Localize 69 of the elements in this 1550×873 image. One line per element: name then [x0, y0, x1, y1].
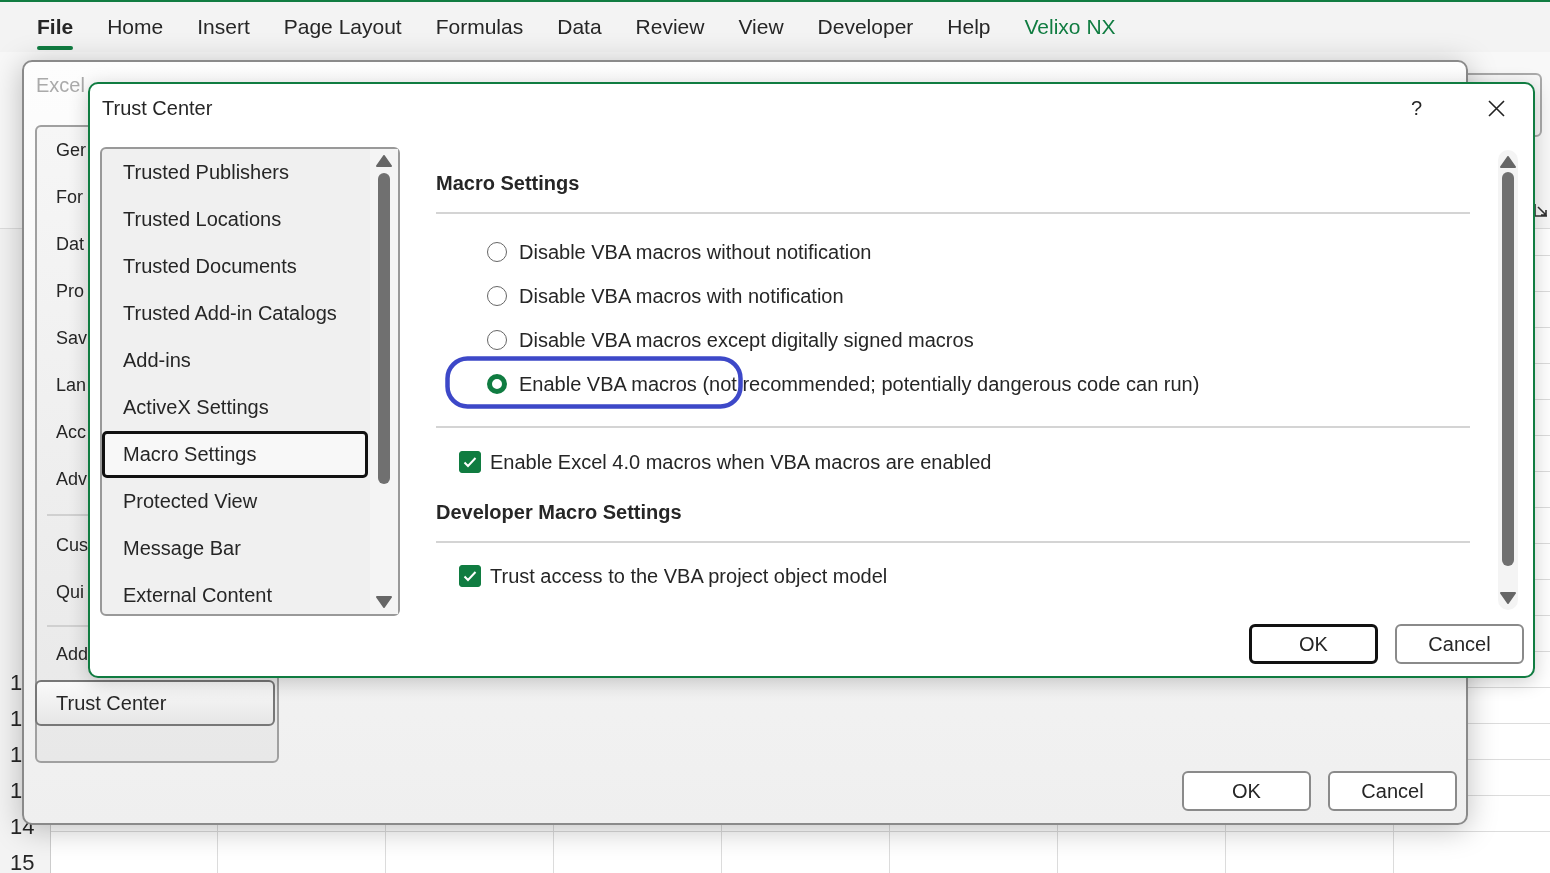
nav-item[interactable]: For — [37, 174, 83, 221]
help-button[interactable]: ? — [1406, 97, 1426, 120]
ribbon-tab[interactable]: Page Layout — [266, 8, 419, 52]
ribbon-tab[interactable]: Formulas — [418, 8, 541, 52]
ribbon-tab[interactable]: Data — [540, 8, 619, 52]
ribbon-tab[interactable]: View — [721, 8, 801, 52]
scroll-up-icon[interactable] — [376, 155, 392, 167]
row-number: 1 — [10, 741, 24, 769]
ribbon-tab[interactable]: Review — [618, 8, 722, 52]
dialog-launcher-icon[interactable] — [1534, 203, 1548, 217]
radio-button[interactable] — [487, 286, 507, 306]
window-title: Excel — [36, 74, 85, 97]
dialog-button[interactable]: Cancel — [1395, 624, 1524, 664]
dialog-button[interactable]: OK — [1182, 771, 1311, 811]
category-item[interactable]: Trusted Publishers — [102, 149, 289, 196]
option-label: Disable VBA macros without notification — [519, 240, 872, 264]
checkbox-label: Trust access to the VBA project object model — [490, 564, 888, 588]
nav-item[interactable]: Qui — [37, 569, 84, 616]
section-heading: Developer Macro Settings — [436, 500, 682, 525]
checkmark-icon — [463, 456, 477, 468]
nav-item[interactable]: Sav — [37, 315, 88, 362]
category-item[interactable]: Message Bar — [102, 525, 241, 572]
row-number: 1 — [10, 705, 24, 733]
category-item[interactable]: Protected View — [102, 478, 258, 525]
category-item[interactable]: Trusted Documents — [102, 243, 297, 290]
dialog-button[interactable]: OK — [1249, 624, 1378, 664]
dialog-button[interactable]: Cancel — [1328, 771, 1457, 811]
checkbox[interactable] — [459, 565, 481, 587]
option-label: Enable VBA macros (not recommended; potentially dangerous code can run) — [519, 372, 1200, 396]
ribbon-tab[interactable]: Home — [90, 8, 181, 52]
option-label: Disable VBA macros with notification — [519, 284, 844, 308]
nav-item[interactable]: Ger — [37, 127, 86, 174]
option-label: Disable VBA macros except digitally signed macros — [519, 328, 974, 352]
category-item[interactable]: Trusted Add-in Catalogs — [102, 290, 337, 337]
scroll-down-icon[interactable] — [376, 596, 392, 608]
nav-item[interactable]: Adv — [37, 456, 88, 503]
ribbon-tab[interactable]: File — [20, 8, 91, 52]
scrollbar-thumb[interactable] — [378, 173, 390, 484]
checkbox[interactable] — [459, 451, 481, 473]
scroll-up-icon[interactable] — [1500, 156, 1516, 168]
scroll-down-icon[interactable] — [1500, 592, 1516, 604]
category-item[interactable]: Trusted Locations — [102, 196, 282, 243]
nav-item[interactable]: Add — [37, 631, 89, 678]
category-item[interactable]: External Content — [102, 572, 272, 619]
radio-button[interactable] — [487, 242, 507, 262]
category-item[interactable]: Macro Settings — [102, 431, 368, 478]
category-item[interactable]: Add-ins — [102, 337, 191, 384]
checkmark-icon — [463, 570, 477, 582]
close-icon[interactable] — [1488, 100, 1505, 117]
radio-button[interactable] — [487, 330, 507, 350]
nav-item[interactable]: Trust Center — [35, 680, 275, 726]
checkbox-label: Enable Excel 4.0 macros when VBA macros are enabled — [490, 450, 992, 474]
category-item[interactable]: ActiveX Settings — [102, 384, 269, 431]
ribbon-tab[interactable]: Developer — [800, 8, 931, 52]
radio-button[interactable] — [487, 374, 507, 394]
nav-item[interactable]: Acc — [37, 409, 86, 456]
nav-item[interactable]: Pro — [37, 268, 84, 315]
row-number: 1 — [10, 777, 24, 805]
dialog-title: Trust Center — [102, 97, 214, 120]
ribbon-tab[interactable]: Velixo NX — [1007, 8, 1133, 52]
scrollbar-thumb[interactable] — [1502, 172, 1514, 566]
row-number: 1 — [10, 669, 24, 697]
ribbon-tab[interactable]: Insert — [180, 8, 267, 52]
section-heading: Macro Settings — [436, 171, 580, 196]
ribbon-tab[interactable]: Help — [930, 8, 1008, 52]
nav-item[interactable]: Cus — [37, 522, 88, 569]
nav-item[interactable]: Lan — [37, 362, 87, 409]
nav-item[interactable]: Dat — [37, 221, 84, 268]
row-number: 15 — [10, 849, 35, 873]
